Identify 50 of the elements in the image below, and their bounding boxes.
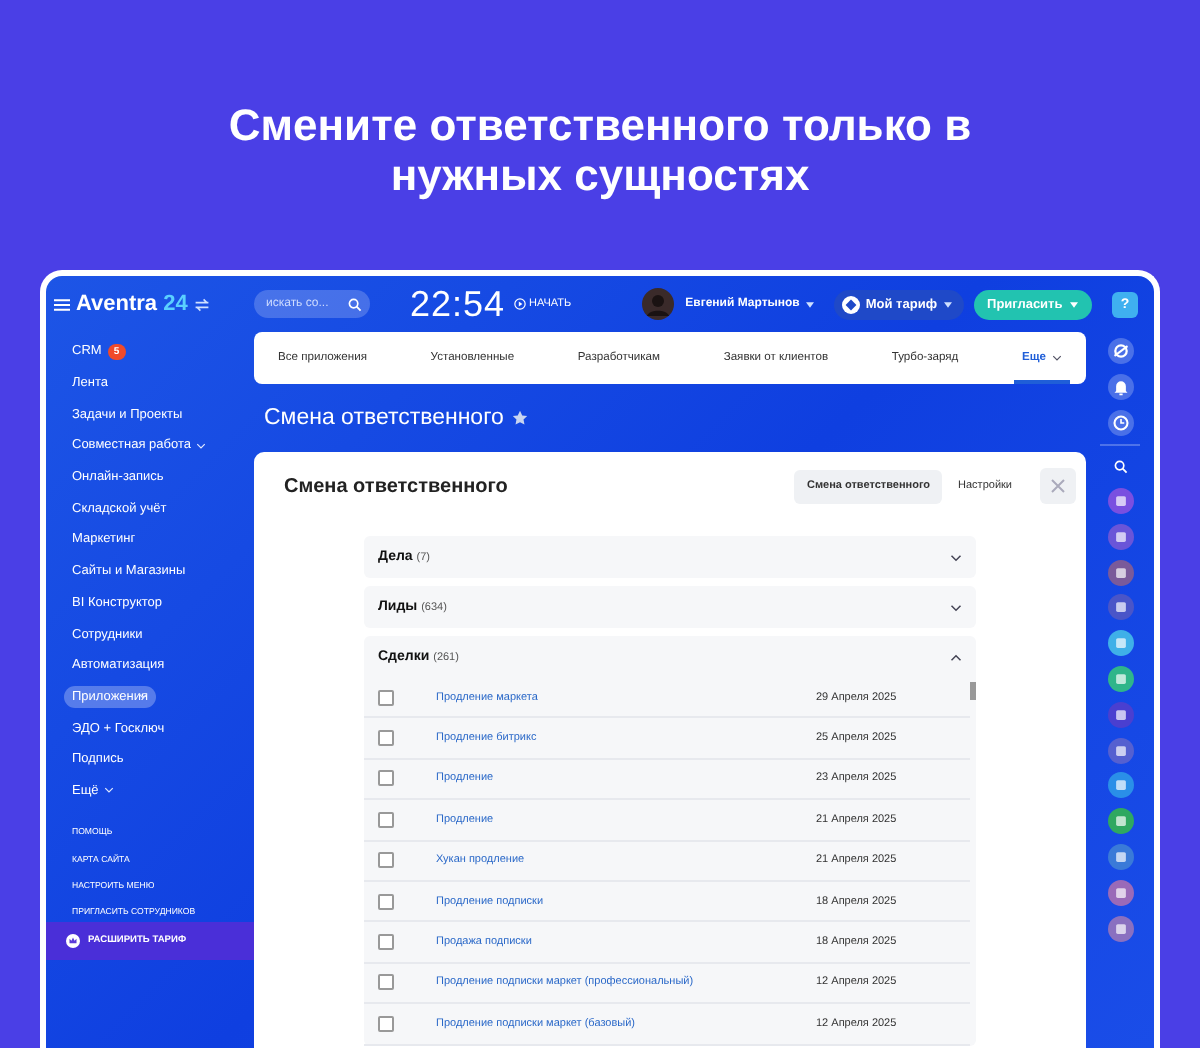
chevron-icon[interactable] (950, 653, 962, 661)
clock: 22:54 (410, 283, 506, 325)
app-icon[interactable] (1107, 772, 1133, 799)
chevron-icon[interactable] (950, 603, 962, 611)
app-icon[interactable] (1107, 559, 1133, 586)
checkbox[interactable] (378, 934, 394, 951)
app-icon[interactable] (1107, 879, 1133, 906)
card-title: Смена ответственного (284, 475, 508, 497)
menu-icon[interactable] (54, 297, 70, 311)
checkbox[interactable] (378, 893, 394, 910)
app-icon[interactable] (1107, 915, 1133, 942)
close-icon (1050, 478, 1066, 494)
app-icon[interactable] (1107, 594, 1133, 621)
caret-icon (1070, 301, 1079, 307)
chevron-icon (138, 692, 149, 701)
diamond-icon (841, 295, 860, 313)
app-icon[interactable] (1107, 737, 1133, 764)
checkbox[interactable] (378, 852, 394, 869)
chevron-icon (196, 441, 207, 450)
chevron-icon (104, 786, 115, 795)
search-icon[interactable] (1113, 460, 1127, 475)
headline: Смените ответственного только в нужных сущностях (226, 100, 974, 204)
clock-icon[interactable] (1107, 409, 1133, 436)
user-avatar[interactable] (641, 288, 674, 320)
checkbox[interactable] (378, 730, 394, 747)
caret-icon (805, 301, 814, 307)
app-icon[interactable] (1107, 701, 1133, 728)
crown-icon (66, 934, 80, 949)
checkbox[interactable] (378, 1015, 394, 1032)
chevron-icon (1051, 354, 1062, 362)
checkbox[interactable] (378, 974, 394, 991)
search-icon[interactable] (348, 297, 362, 311)
play-icon (513, 298, 526, 310)
app-icon[interactable] (1107, 487, 1133, 514)
app-icon[interactable] (1107, 808, 1133, 835)
page-title: Смена ответственного (264, 406, 504, 430)
scrollbar[interactable] (970, 682, 976, 700)
app-icon[interactable] (1107, 630, 1133, 657)
app-icon[interactable] (1107, 843, 1133, 870)
app-icon[interactable] (1107, 665, 1133, 692)
chevron-icon[interactable] (950, 553, 962, 561)
caret-icon (943, 301, 952, 307)
swap-icon[interactable] (193, 297, 210, 311)
checkbox[interactable] (378, 689, 394, 706)
logo-text: Aventra 24 (76, 292, 188, 316)
bell-icon[interactable] (1107, 373, 1133, 400)
checkbox[interactable] (378, 770, 394, 787)
checkbox[interactable] (378, 811, 394, 828)
star-icon[interactable] (511, 410, 528, 426)
app-icon[interactable] (1107, 523, 1133, 550)
